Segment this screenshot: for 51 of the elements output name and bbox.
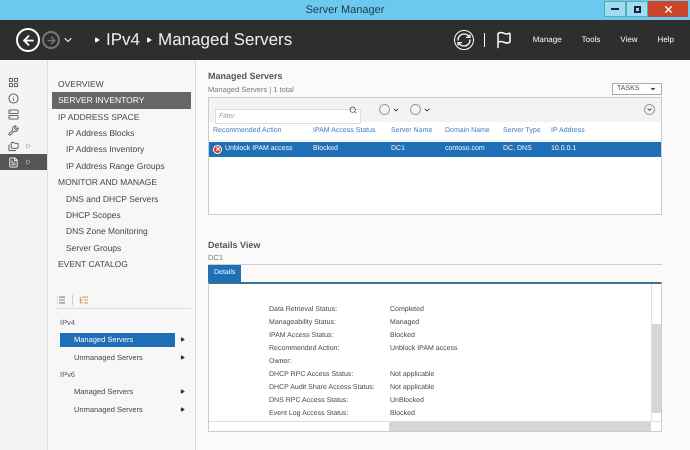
sidebar-tab-icon xyxy=(8,92,19,104)
nav-item[interactable]: DNS Zone Monitoring xyxy=(52,224,191,240)
tree-view-icon[interactable] xyxy=(79,295,89,306)
nav-item[interactable]: DHCP Scopes xyxy=(52,207,191,224)
section-title: Managed Servers xyxy=(208,70,284,83)
section-title: Details View xyxy=(208,238,262,252)
menu-item[interactable]: View xyxy=(620,34,638,46)
search-icon[interactable] xyxy=(349,106,357,114)
query-options-button[interactable] xyxy=(379,104,400,116)
nav-item[interactable]: SERVER INVENTORY xyxy=(52,92,191,109)
expand-icon[interactable] xyxy=(180,407,185,412)
breadcrumb-separator-icon xyxy=(94,37,100,43)
nav-item[interactable]: MONITOR AND MANAGE xyxy=(52,174,191,191)
chevron-down-icon xyxy=(646,106,653,114)
close-icon xyxy=(662,4,674,14)
window-title: Server Manager xyxy=(306,2,384,18)
nav-item[interactable]: DNS and DHCP Servers xyxy=(52,190,191,208)
vertical-scrollbar[interactable] xyxy=(651,284,661,420)
expand-button[interactable] xyxy=(644,104,655,116)
breadcrumb-item[interactable]: Managed Servers xyxy=(158,27,292,53)
sidebar-tab-icon xyxy=(8,108,19,120)
arrow-right-icon xyxy=(46,34,56,46)
menu-item[interactable]: Help xyxy=(658,34,674,46)
notifications-flag-icon[interactable] xyxy=(494,31,513,49)
refresh-icon[interactable] xyxy=(454,30,474,50)
breadcrumb-item[interactable]: IPv4 xyxy=(106,27,140,53)
expand-icon[interactable] xyxy=(180,389,185,394)
restore-button[interactable] xyxy=(626,1,648,17)
horizontal-scrollbar[interactable] xyxy=(209,420,661,430)
minimize-button[interactable] xyxy=(604,1,626,17)
nav-item[interactable]: EVENT CATALOG xyxy=(52,256,191,273)
sidebar-tab-icon xyxy=(8,124,19,136)
list-view-icon[interactable] xyxy=(56,295,66,306)
nav-item[interactable]: IP Address Inventory xyxy=(52,142,191,158)
breadcrumb-separator-icon xyxy=(146,37,152,43)
menu-item[interactable]: Manage xyxy=(532,34,562,46)
back-button[interactable] xyxy=(16,28,40,52)
sidebar-tab-icon xyxy=(8,140,19,152)
sidebar-tab-icon xyxy=(8,156,19,168)
nav-item[interactable]: OVERVIEW xyxy=(52,76,191,92)
expand-icon[interactable] xyxy=(180,337,185,342)
nav-item[interactable]: IP Address Range Groups xyxy=(52,158,191,174)
close-button[interactable] xyxy=(648,1,688,17)
save-query-button[interactable] xyxy=(410,104,431,116)
expand-icon[interactable] xyxy=(180,355,185,360)
nav-item[interactable]: IP Address Blocks xyxy=(52,125,191,142)
nav-item[interactable]: IP ADDRESS SPACE xyxy=(52,108,191,126)
sidebar-tab[interactable] xyxy=(0,154,47,170)
sidebar-tab-icon xyxy=(8,76,19,88)
menu-item[interactable]: Tools xyxy=(582,34,600,46)
nav-item[interactable]: Server Groups xyxy=(52,240,191,256)
